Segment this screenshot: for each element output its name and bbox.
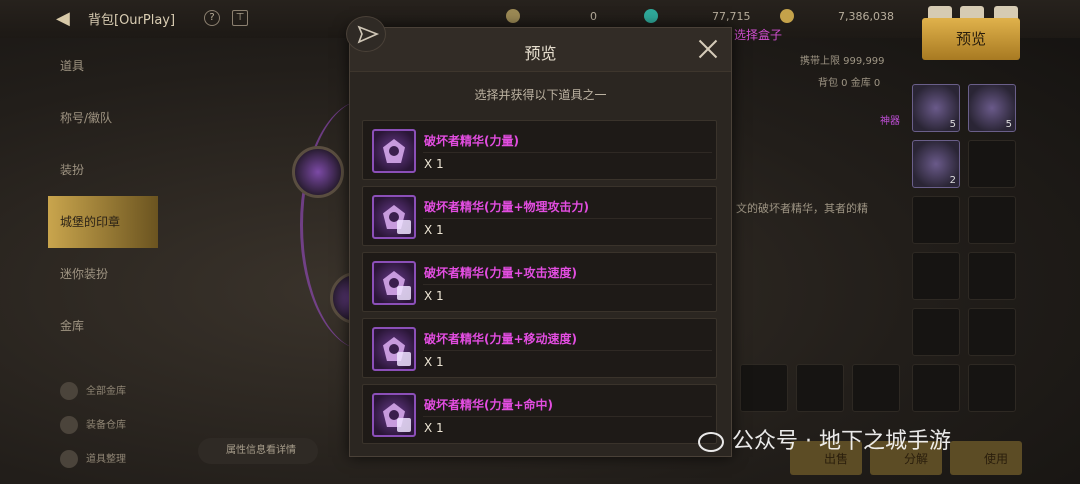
equip-storage-button[interactable]: 装备仓库: [60, 416, 126, 434]
essence-sword-icon: [372, 195, 416, 239]
sidebar-item-vault[interactable]: 金库: [48, 300, 158, 352]
attribute-hint[interactable]: 属性信息看详情: [198, 438, 318, 464]
select-box-label: 选择盒子: [734, 28, 783, 42]
slot-count: 2: [949, 175, 956, 186]
sidebar-item-mini-costume[interactable]: 迷你装扮: [48, 248, 158, 300]
sidebar-item-titles[interactable]: 称号/徽队: [48, 92, 158, 144]
all-vault-label: 全部金库: [86, 386, 126, 397]
wechat-icon: [698, 432, 724, 452]
slot-count: 5: [1005, 119, 1012, 130]
inventory-slot[interactable]: [912, 364, 960, 412]
inventory-slot[interactable]: [796, 364, 844, 412]
slot-count: 5: [949, 119, 956, 130]
inventory-slot[interactable]: [968, 196, 1016, 244]
sort-items-label: 道具整理: [86, 454, 126, 465]
gold-icon: [780, 9, 794, 23]
sidebar-item-items[interactable]: 道具: [48, 40, 158, 92]
reward-list: 破坏者精华(力量) X 1 破坏者精华(力量+物理攻击力) X 1 破坏者精华(…: [362, 120, 717, 450]
reward-name: 破坏者精华(力量+物理攻击力): [424, 200, 590, 214]
reward-name: 破坏者精华(力量+移动速度): [424, 332, 578, 346]
artifact-tag: 神器: [880, 116, 900, 127]
carry-limit: 携带上限 999,999: [800, 56, 885, 67]
sort-icon: [60, 450, 78, 468]
reward-name: 破坏者精华(力量+命中): [424, 398, 554, 412]
essence-icon: [372, 129, 416, 173]
currency-value: 77,715: [712, 10, 751, 23]
seal-orb[interactable]: [292, 146, 344, 198]
inventory-slot[interactable]: [968, 140, 1016, 188]
preview-dialog: 预览 选择并获得以下道具之一 破坏者精华(力量) X 1 破坏者精华(力量+物理…: [349, 27, 732, 457]
equip-storage-label: 装备仓库: [86, 420, 126, 431]
reward-quantity: X 1: [424, 289, 444, 303]
coin-icon: [506, 9, 520, 23]
inventory-slot[interactable]: 5: [912, 84, 960, 132]
dialog-title: 预览: [524, 44, 557, 63]
inventory-slot[interactable]: [968, 364, 1016, 412]
storage-icon: [60, 416, 78, 434]
inventory-slot[interactable]: [912, 308, 960, 356]
all-vault-button[interactable]: 全部金库: [60, 382, 126, 400]
inventory-slot[interactable]: [912, 196, 960, 244]
inventory-slot[interactable]: [740, 364, 788, 412]
gem-icon: [644, 9, 658, 23]
inventory-slot[interactable]: [852, 364, 900, 412]
share-icon[interactable]: [346, 16, 386, 52]
sidebar-item-castle-seal[interactable]: 城堡的印章: [48, 196, 158, 248]
currency-value: 0: [590, 10, 597, 23]
reward-quantity: X 1: [424, 223, 444, 237]
reward-item[interactable]: 破坏者精华(力量) X 1: [362, 120, 717, 180]
page-title: 背包[OurPlay]: [88, 13, 176, 28]
inventory-slot[interactable]: [968, 252, 1016, 300]
reward-name: 破坏者精华(力量): [424, 134, 519, 148]
watermark: 公众号 · 地下之城手游: [698, 423, 951, 455]
essence-speed-icon: [372, 261, 416, 305]
reward-quantity: X 1: [424, 421, 444, 435]
sidebar-item-costume[interactable]: 装扮: [48, 144, 158, 196]
essence-target-icon: [372, 393, 416, 437]
inventory-slot[interactable]: 5: [968, 84, 1016, 132]
filter-icon[interactable]: ⊤: [232, 10, 248, 26]
reward-quantity: X 1: [424, 157, 444, 171]
reward-name: 破坏者精华(力量+攻击速度): [424, 266, 578, 280]
reward-item[interactable]: 破坏者精华(力量+命中) X 1: [362, 384, 717, 444]
sidebar: 道具 称号/徽队 装扮 城堡的印章 迷你装扮 金库: [48, 40, 158, 352]
preview-button[interactable]: 预览: [922, 18, 1020, 60]
inventory-slot[interactable]: [912, 252, 960, 300]
dialog-header: 预览: [350, 28, 731, 72]
back-arrow-icon[interactable]: ◀: [56, 8, 78, 29]
use-label: 使用: [984, 452, 1009, 466]
reward-item[interactable]: 破坏者精华(力量+攻击速度) X 1: [362, 252, 717, 312]
reward-item[interactable]: 破坏者精华(力量+移动速度) X 1: [362, 318, 717, 378]
help-icon[interactable]: ?: [204, 10, 220, 26]
use-button[interactable]: 使用: [950, 441, 1022, 475]
reward-quantity: X 1: [424, 355, 444, 369]
inventory-slot[interactable]: [968, 308, 1016, 356]
reward-item[interactable]: 破坏者精华(力量+物理攻击力) X 1: [362, 186, 717, 246]
sort-items-button[interactable]: 道具整理: [60, 450, 126, 468]
dialog-subtitle: 选择并获得以下道具之一: [474, 88, 607, 102]
watermark-text: 公众号 · 地下之城手游: [732, 429, 951, 454]
inventory-slot[interactable]: 2: [912, 140, 960, 188]
essence-boot-icon: [372, 327, 416, 371]
close-icon[interactable]: [697, 38, 719, 60]
storage-counts: 背包 0 金库 0: [818, 78, 881, 89]
item-description: 文的破坏者精华，其者的精: [736, 202, 868, 215]
currency-value: 7,386,038: [838, 10, 894, 23]
vault-icon: [60, 382, 78, 400]
